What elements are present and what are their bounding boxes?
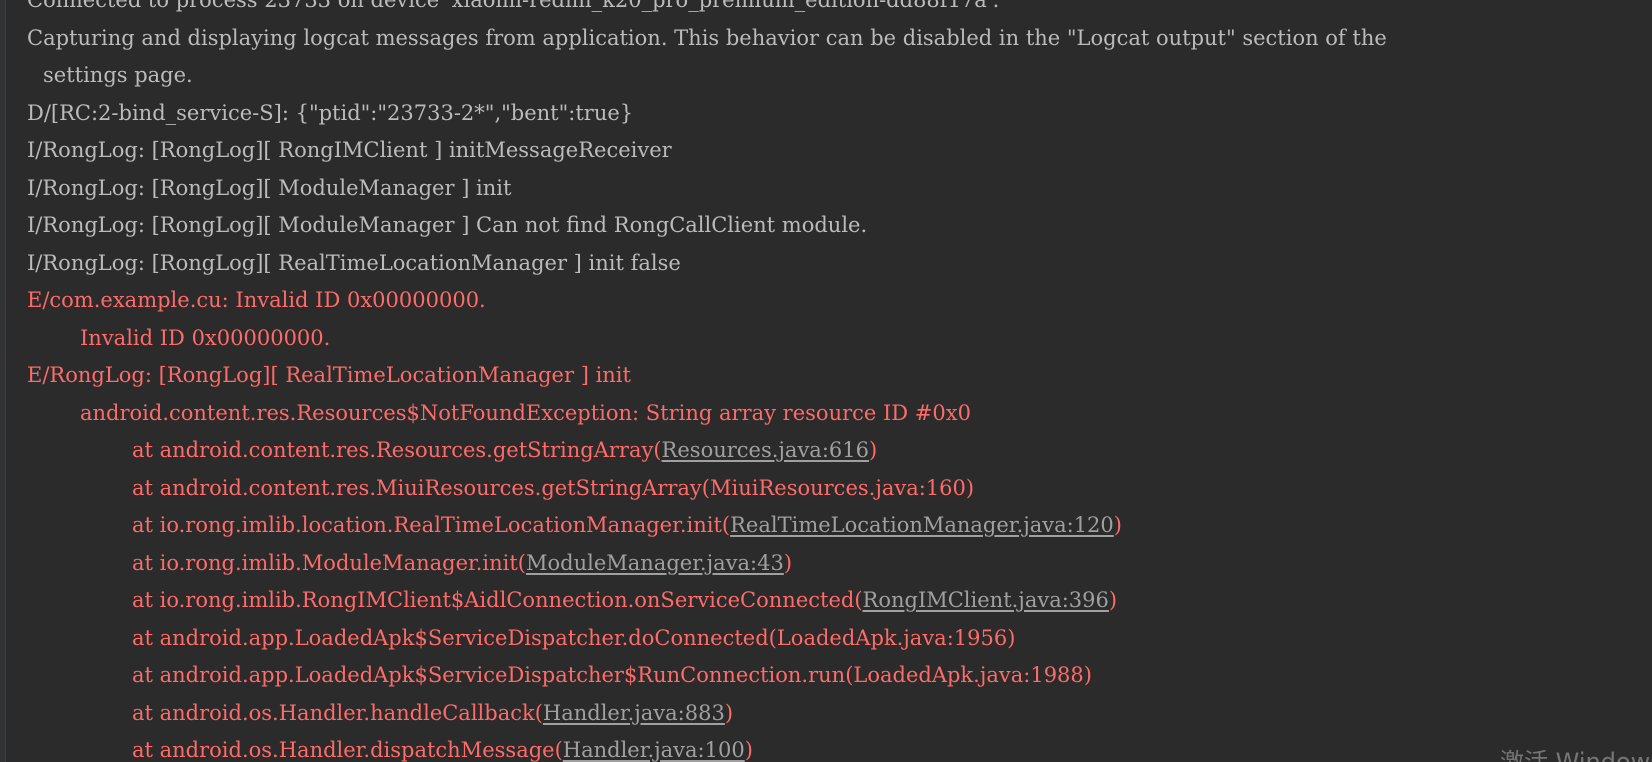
- stack-frame-method: at android.content.res.MiuiResources.get…: [132, 475, 710, 500]
- stack-frame-method: at io.rong.imlib.location.RealTimeLocati…: [132, 513, 731, 537]
- stack-frame-file-link[interactable]: RongIMClient.java:396: [863, 588, 1109, 612]
- log-output[interactable]: Connected to process 23733 on device 'xi…: [27, 0, 1652, 762]
- stack-frame: at android.content.res.Resources.getStri…: [27, 432, 1652, 470]
- stack-frame-method: at android.app.LoadedApk$ServiceDispatch…: [132, 625, 777, 650]
- stack-frame: at io.rong.imlib.ModuleManager.init(Modu…: [27, 545, 1652, 583]
- log-line-capturing-wrap: settings page.: [43, 63, 193, 87]
- stack-frame: at android.app.LoadedApk$ServiceDispatch…: [27, 657, 1652, 695]
- stack-frame-method: at io.rong.imlib.ModuleManager.init(: [132, 550, 526, 575]
- stack-frame: at io.rong.imlib.RongIMClient$AidlConnec…: [27, 582, 1652, 620]
- stack-frame-close: ): [1108, 588, 1118, 612]
- stack-frame-file-link[interactable]: Resources.java:616: [662, 438, 869, 462]
- log-line-capturing: Capturing and displaying logcat messages…: [27, 25, 1387, 50]
- stack-frame-file: LoadedApk.java:1956: [776, 625, 1008, 650]
- log-line-debug: D/[RC:2-bind_service-S]: {"ptid":"23733-…: [27, 100, 634, 125]
- stack-frame-file-link[interactable]: ModuleManager.java:43: [526, 551, 784, 575]
- log-line-exception: android.content.res.Resources$NotFoundEx…: [80, 400, 971, 425]
- stack-frame-close: ): [1113, 513, 1122, 537]
- stack-frame: at android.app.LoadedApk$ServiceDispatch…: [27, 620, 1652, 658]
- stack-frame-close: ): [744, 738, 753, 762]
- stack-frame-close: ): [724, 700, 734, 725]
- log-line-error-detail: Invalid ID 0x00000000.: [80, 325, 331, 350]
- logcat-console: Connected to process 23733 on device 'xi…: [0, 0, 1652, 762]
- stack-frame-file: LoadedApk.java:1988: [853, 663, 1084, 687]
- stack-frame-method: at android.os.Handler.handleCallback(: [132, 700, 543, 725]
- stack-frame: at android.os.Handler.handleCallback(Han…: [27, 695, 1652, 733]
- log-line-info: I/RongLog: [RongLog][ ModuleManager ] in…: [27, 175, 512, 200]
- stack-frame-method: at android.content.res.Resources.getStri…: [132, 438, 662, 462]
- stack-frame-file-link[interactable]: RealTimeLocationManager.java:120: [730, 513, 1114, 537]
- stack-frame-close: ): [783, 550, 793, 575]
- log-line-error: E/com.example.cu: Invalid ID 0x00000000.: [27, 288, 486, 312]
- stack-frame-method: at android.os.Handler.dispatchMessage(: [132, 738, 563, 762]
- stack-frame-file: MiuiResources.java:160: [710, 475, 966, 500]
- log-line-connected: Connected to process 23733 on device 'xi…: [27, 0, 1000, 12]
- log-line-info: I/RongLog: [RongLog][ RealTimeLocationMa…: [27, 250, 681, 275]
- stack-frame-close: ): [965, 475, 975, 500]
- stack-frame-file-link[interactable]: Handler.java:883: [543, 701, 725, 725]
- console-gutter: [0, 0, 6, 762]
- stack-frame-method: at android.app.LoadedApk$ServiceDispatch…: [132, 663, 854, 687]
- stack-frame-close: ): [1007, 625, 1016, 650]
- windows-activation-watermark: 激活 Windows: [1500, 748, 1652, 762]
- stack-frame-close: ): [868, 438, 878, 462]
- stack-frame: at android.content.res.MiuiResources.get…: [27, 470, 1652, 508]
- log-line-info: I/RongLog: [RongLog][ RongIMClient ] ini…: [27, 138, 672, 162]
- log-line-info: I/RongLog: [RongLog][ ModuleManager ] Ca…: [27, 213, 868, 237]
- stack-frame-close: ): [1083, 663, 1092, 687]
- log-line-error: E/RongLog: [RongLog][ RealTimeLocationMa…: [27, 363, 631, 387]
- stack-frame-method: at io.rong.imlib.RongIMClient$AidlConnec…: [132, 588, 863, 612]
- stack-frame: at android.os.Handler.dispatchMessage(Ha…: [27, 732, 1652, 762]
- stack-frame: at io.rong.imlib.location.RealTimeLocati…: [27, 507, 1652, 545]
- stack-frame-file-link[interactable]: Handler.java:100: [563, 738, 745, 762]
